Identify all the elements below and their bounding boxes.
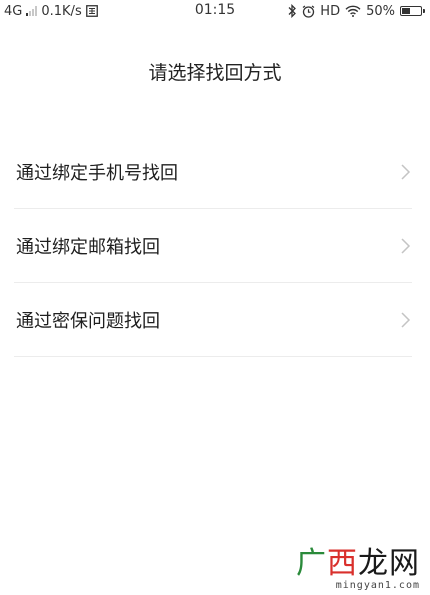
option-label: 通过密保问题找回 — [16, 310, 160, 332]
watermark-char: 龙 — [358, 546, 389, 581]
watermark-char: 西 — [327, 546, 358, 581]
watermark-logo: 广西龙网 — [296, 548, 420, 580]
option-security-question-recovery[interactable]: 通过密保问题找回 — [14, 283, 412, 357]
option-label: 通过绑定手机号找回 — [16, 162, 178, 184]
chevron-right-icon — [401, 237, 411, 254]
watermark: 广西龙网 mingyan1.com — [296, 548, 420, 592]
status-right: HD 50% — [288, 2, 425, 20]
watermark-url: mingyan1.com — [335, 580, 420, 591]
watermark-char: 网 — [389, 546, 420, 581]
option-email-recovery[interactable]: 通过绑定邮箱找回 — [14, 209, 412, 283]
status-bar: 4G 0.1K/s 01:15 HD 50% — [0, 0, 430, 22]
page-title: 请选择找回方式 — [148, 62, 282, 84]
hd-label: HD — [320, 3, 341, 19]
watermark-char: 广 — [296, 546, 327, 581]
option-label: 通过绑定邮箱找回 — [16, 236, 160, 258]
battery-percent: 50% — [366, 3, 395, 19]
wifi-icon — [345, 5, 361, 17]
bluetooth-icon — [288, 4, 297, 18]
chevron-right-icon — [401, 311, 411, 328]
option-phone-recovery[interactable]: 通过绑定手机号找回 — [14, 135, 412, 209]
alarm-icon — [302, 5, 315, 18]
battery-level — [402, 8, 410, 14]
recovery-option-list: 通过绑定手机号找回 通过绑定邮箱找回 通过密保问题找回 — [14, 135, 412, 357]
battery-icon — [400, 6, 425, 16]
chevron-right-icon — [401, 163, 411, 180]
